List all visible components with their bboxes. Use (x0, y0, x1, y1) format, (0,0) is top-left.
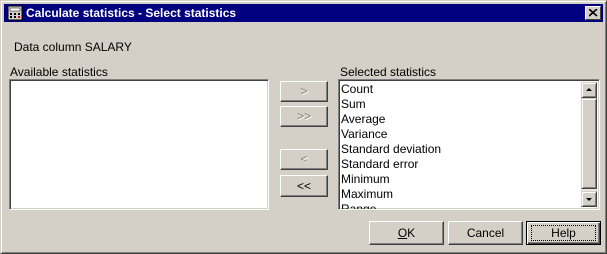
selected-statistics-list[interactable]: Count Sum Average Variance Standard deviatio… (338, 79, 600, 210)
remove-button-label: < (300, 152, 308, 166)
data-column-label: Data column (14, 40, 82, 54)
scroll-down-button[interactable] (581, 191, 597, 207)
scroll-thumb[interactable] (581, 98, 597, 189)
list-item[interactable]: Count (341, 82, 581, 97)
list-item[interactable]: Standard error (341, 157, 581, 172)
data-column-value: SALARY (84, 40, 132, 54)
ok-button-label: OK (370, 222, 443, 244)
list-item[interactable]: Standard deviation (341, 142, 581, 157)
arrow-down-icon (586, 198, 592, 201)
list-item[interactable]: Average (341, 112, 581, 127)
add-button-label: > (300, 84, 308, 98)
dialog-window: Calculate statistics - Select statistics… (0, 0, 607, 254)
focus-indicator (531, 225, 596, 241)
vertical-scrollbar[interactable] (581, 82, 597, 207)
add-all-button[interactable]: >> (280, 106, 328, 127)
add-all-button-label: >> (296, 109, 311, 123)
ok-button[interactable]: OK (369, 221, 444, 245)
data-column-row: Data column SALARY (14, 40, 132, 54)
ok-mnemonic: O (397, 226, 408, 240)
list-item[interactable]: Minimum (341, 172, 581, 187)
calculator-icon (7, 5, 23, 21)
scroll-up-button[interactable] (581, 82, 597, 98)
list-item[interactable]: Maximum (341, 187, 581, 202)
close-button[interactable] (585, 6, 601, 20)
available-statistics-list[interactable] (9, 79, 269, 210)
cancel-button-label: Cancel (466, 226, 505, 240)
remove-all-button[interactable]: << (280, 175, 328, 197)
add-button[interactable]: > (280, 81, 328, 102)
ok-rest: K (407, 226, 416, 240)
list-item[interactable]: Variance (341, 127, 581, 142)
help-button[interactable]: Help (526, 221, 601, 245)
selected-statistics-label: Selected statistics (340, 65, 437, 79)
list-item[interactable]: Sum (341, 97, 581, 112)
close-icon (589, 9, 598, 17)
title-bar[interactable]: Calculate statistics - Select statistics (4, 4, 603, 22)
remove-all-button-label: << (296, 179, 311, 193)
cancel-button[interactable]: Cancel (448, 221, 523, 245)
remove-button[interactable]: < (280, 149, 328, 170)
selected-statistics-items: Count Sum Average Variance Standard deviatio… (341, 82, 581, 209)
arrow-up-icon (586, 88, 592, 91)
list-item[interactable]: Range (341, 202, 581, 209)
available-statistics-label: Available statistics (10, 65, 108, 79)
window-title: Calculate statistics - Select statistics (26, 6, 237, 20)
